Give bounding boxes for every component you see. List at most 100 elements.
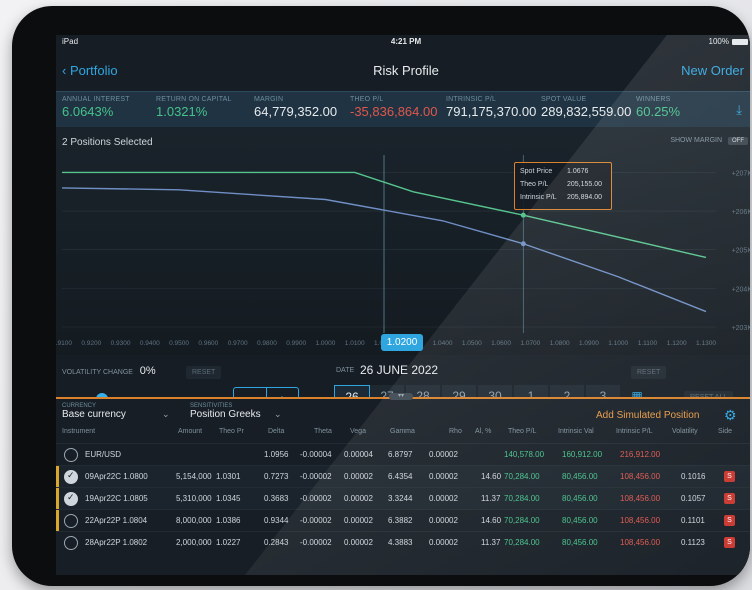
- metric-value: 791,175,370.00: [446, 104, 537, 119]
- metric-spot-value: SPOT VALUE 289,832,559.00: [541, 96, 631, 119]
- row-select-checkbox[interactable]: [64, 536, 78, 550]
- cell-instrument: EUR/USD: [85, 450, 122, 459]
- row-select-checkbox[interactable]: [64, 514, 78, 528]
- column-header[interactable]: Instrument: [62, 428, 95, 435]
- cell-intrinsic-pl: 108,456.00: [620, 472, 661, 481]
- cell-volatility: 0.1101: [681, 516, 705, 525]
- x-tick-label: 0.9500: [169, 340, 189, 347]
- new-order-button[interactable]: New Order: [681, 63, 744, 78]
- metric-value: 60.25%: [636, 104, 681, 119]
- cell-delta: 0.3683: [264, 494, 289, 503]
- table-row[interactable]: 19Apr22C 1.0805 5,310,000 1.0345 0.3683 -0.0…: [56, 487, 750, 510]
- selected-spot-badge[interactable]: 1.0200: [381, 334, 423, 351]
- cell-amount: 2,000,000: [176, 538, 212, 547]
- column-header[interactable]: Intrinsic P/L: [616, 428, 653, 435]
- column-header[interactable]: Gamma: [390, 428, 415, 435]
- battery-status: 100%: [709, 37, 748, 46]
- cell-rho: 0.00002: [429, 538, 458, 547]
- column-header[interactable]: Theo P/L: [508, 428, 536, 435]
- cell-vega: 0.00002: [344, 494, 373, 503]
- metric-annual-interest: ANNUAL INTEREST 6.0643%: [62, 96, 130, 119]
- row-select-checkbox[interactable]: [64, 470, 78, 484]
- side-button[interactable]: S: [724, 537, 735, 548]
- x-tick-label: 1.1100: [638, 340, 658, 347]
- download-icon[interactable]: ⤓: [736, 102, 742, 118]
- table-row[interactable]: 09Apr22C 1.0800 5,154,000 1.0301 0.7273 -0.0…: [56, 465, 750, 488]
- currency-select[interactable]: CURRENCY Base currency: [62, 403, 126, 420]
- cell-ai: 14.60: [481, 516, 502, 525]
- side-button[interactable]: S: [724, 493, 735, 504]
- metric-value: 64,779,352.00: [254, 104, 338, 119]
- metric-label: MARGIN: [254, 96, 284, 103]
- metric-label: ANNUAL INTEREST: [62, 96, 130, 103]
- column-header[interactable]: Delta: [268, 428, 284, 435]
- column-header[interactable]: Volatility: [672, 428, 698, 435]
- cell-intrinsic-pl: 216,912.00: [620, 450, 661, 459]
- cell-delta: 1.0956: [264, 450, 289, 459]
- volatility-reset-button[interactable]: RESET: [186, 366, 222, 379]
- cell-theo-pl: 70,284.00: [504, 516, 540, 525]
- column-header[interactable]: Intrinsic Val: [558, 428, 594, 435]
- gear-icon[interactable]: ⚙: [724, 407, 737, 424]
- show-margin-control: SHOW MARGIN OFF: [670, 137, 748, 145]
- cell-theo-pr: 1.0386: [216, 516, 241, 525]
- column-header[interactable]: Al, %: [475, 428, 491, 435]
- column-header[interactable]: Theo Pr: [219, 428, 244, 435]
- add-simulated-position-button[interactable]: Add Simulated Position: [596, 410, 699, 421]
- cell-gamma: 6.4354: [388, 472, 413, 481]
- cell-rho: 0.00002: [429, 472, 458, 481]
- battery-icon: [732, 38, 748, 45]
- sensitivities-select[interactable]: SENSITIVITIES Position Greeks: [190, 403, 261, 420]
- column-header[interactable]: Theta: [314, 428, 332, 435]
- date-reset-button[interactable]: RESET: [631, 366, 667, 379]
- risk-chart: +207K +206K +205K +204K +203K 0.9100 0.9200 0.9…: [56, 127, 750, 355]
- row-select-checkbox[interactable]: [64, 448, 78, 462]
- show-margin-toggle[interactable]: OFF: [728, 137, 748, 145]
- cell-vega: 0.00002: [344, 516, 373, 525]
- chevron-down-icon[interactable]: ⌄: [162, 409, 170, 420]
- cell-theta: -0.00004: [300, 450, 332, 459]
- currency-value: Base currency: [62, 409, 126, 420]
- tooltip-theo-value: 205,155.00: [567, 181, 603, 188]
- column-header[interactable]: Vega: [350, 428, 366, 435]
- column-header[interactable]: Amount: [178, 428, 202, 435]
- table-filters: CURRENCY Base currency ⌄ SENSITIVITIES P…: [56, 401, 750, 427]
- chevron-down-icon[interactable]: ⌄: [274, 409, 282, 420]
- metric-return-on-capital: RETURN ON CAPITAL 1.0321%: [156, 96, 232, 119]
- row-marker: [56, 510, 59, 532]
- x-tick-label: 1.0500: [462, 340, 482, 347]
- side-button[interactable]: S: [724, 515, 735, 526]
- positions-table: ▾▾ CURRENCY Base currency ⌄ SENSITIVITIE…: [56, 393, 750, 575]
- cell-instrument: 22Apr22P 1.0804: [85, 516, 148, 525]
- cell-rho: 0.00002: [429, 450, 458, 459]
- tooltip-theo-label: Theo P/L: [520, 181, 549, 188]
- y-tick-label: +204K: [732, 286, 750, 293]
- column-header[interactable]: Side: [718, 428, 732, 435]
- row-select-checkbox[interactable]: [64, 492, 78, 506]
- table-row[interactable]: 28Apr22P 1.0802 2,000,000 1.0227 0.2843 -0.0…: [56, 531, 750, 554]
- table-row[interactable]: EUR/USD 1.0956 -0.00004 0.00004 6.8797 0.0000…: [56, 443, 750, 466]
- y-tick-label: +203K: [732, 325, 750, 332]
- tooltip-intrinsic-value: 205,894.00: [567, 194, 603, 201]
- show-margin-label: SHOW MARGIN: [670, 137, 723, 144]
- row-marker: [56, 466, 59, 488]
- side-button[interactable]: S: [724, 471, 735, 482]
- x-tick-label: 1.0700: [520, 340, 540, 347]
- metric-value: 6.0643%: [62, 104, 114, 119]
- x-tick-label: 1.0800: [550, 340, 570, 347]
- date-value: 26 JUNE 2022: [360, 363, 439, 377]
- cell-vega: 0.00002: [344, 472, 373, 481]
- positions-selected-label: 2 Positions Selected: [62, 137, 153, 148]
- drag-handle[interactable]: ▾▾: [389, 393, 413, 400]
- cell-theta: -0.00002: [300, 538, 332, 547]
- x-tick-label: 0.9300: [111, 340, 131, 347]
- column-header[interactable]: Rho: [449, 428, 462, 435]
- cell-theo-pr: 1.0345: [216, 494, 241, 503]
- table-row[interactable]: 22Apr22P 1.0804 8,000,000 1.0386 0.9344 -0.0…: [56, 509, 750, 532]
- risk-chart-svg[interactable]: +207K +206K +205K +204K +203K 0.9100 0.9200 0.9…: [56, 127, 750, 355]
- cell-ai: 11.37: [481, 538, 501, 547]
- metric-margin: MARGIN 64,779,352.00: [254, 96, 337, 119]
- cell-instrument: 19Apr22C 1.0805: [85, 494, 148, 503]
- cell-delta: 0.7273: [264, 472, 289, 481]
- x-tick-label: 0.9900: [286, 340, 306, 347]
